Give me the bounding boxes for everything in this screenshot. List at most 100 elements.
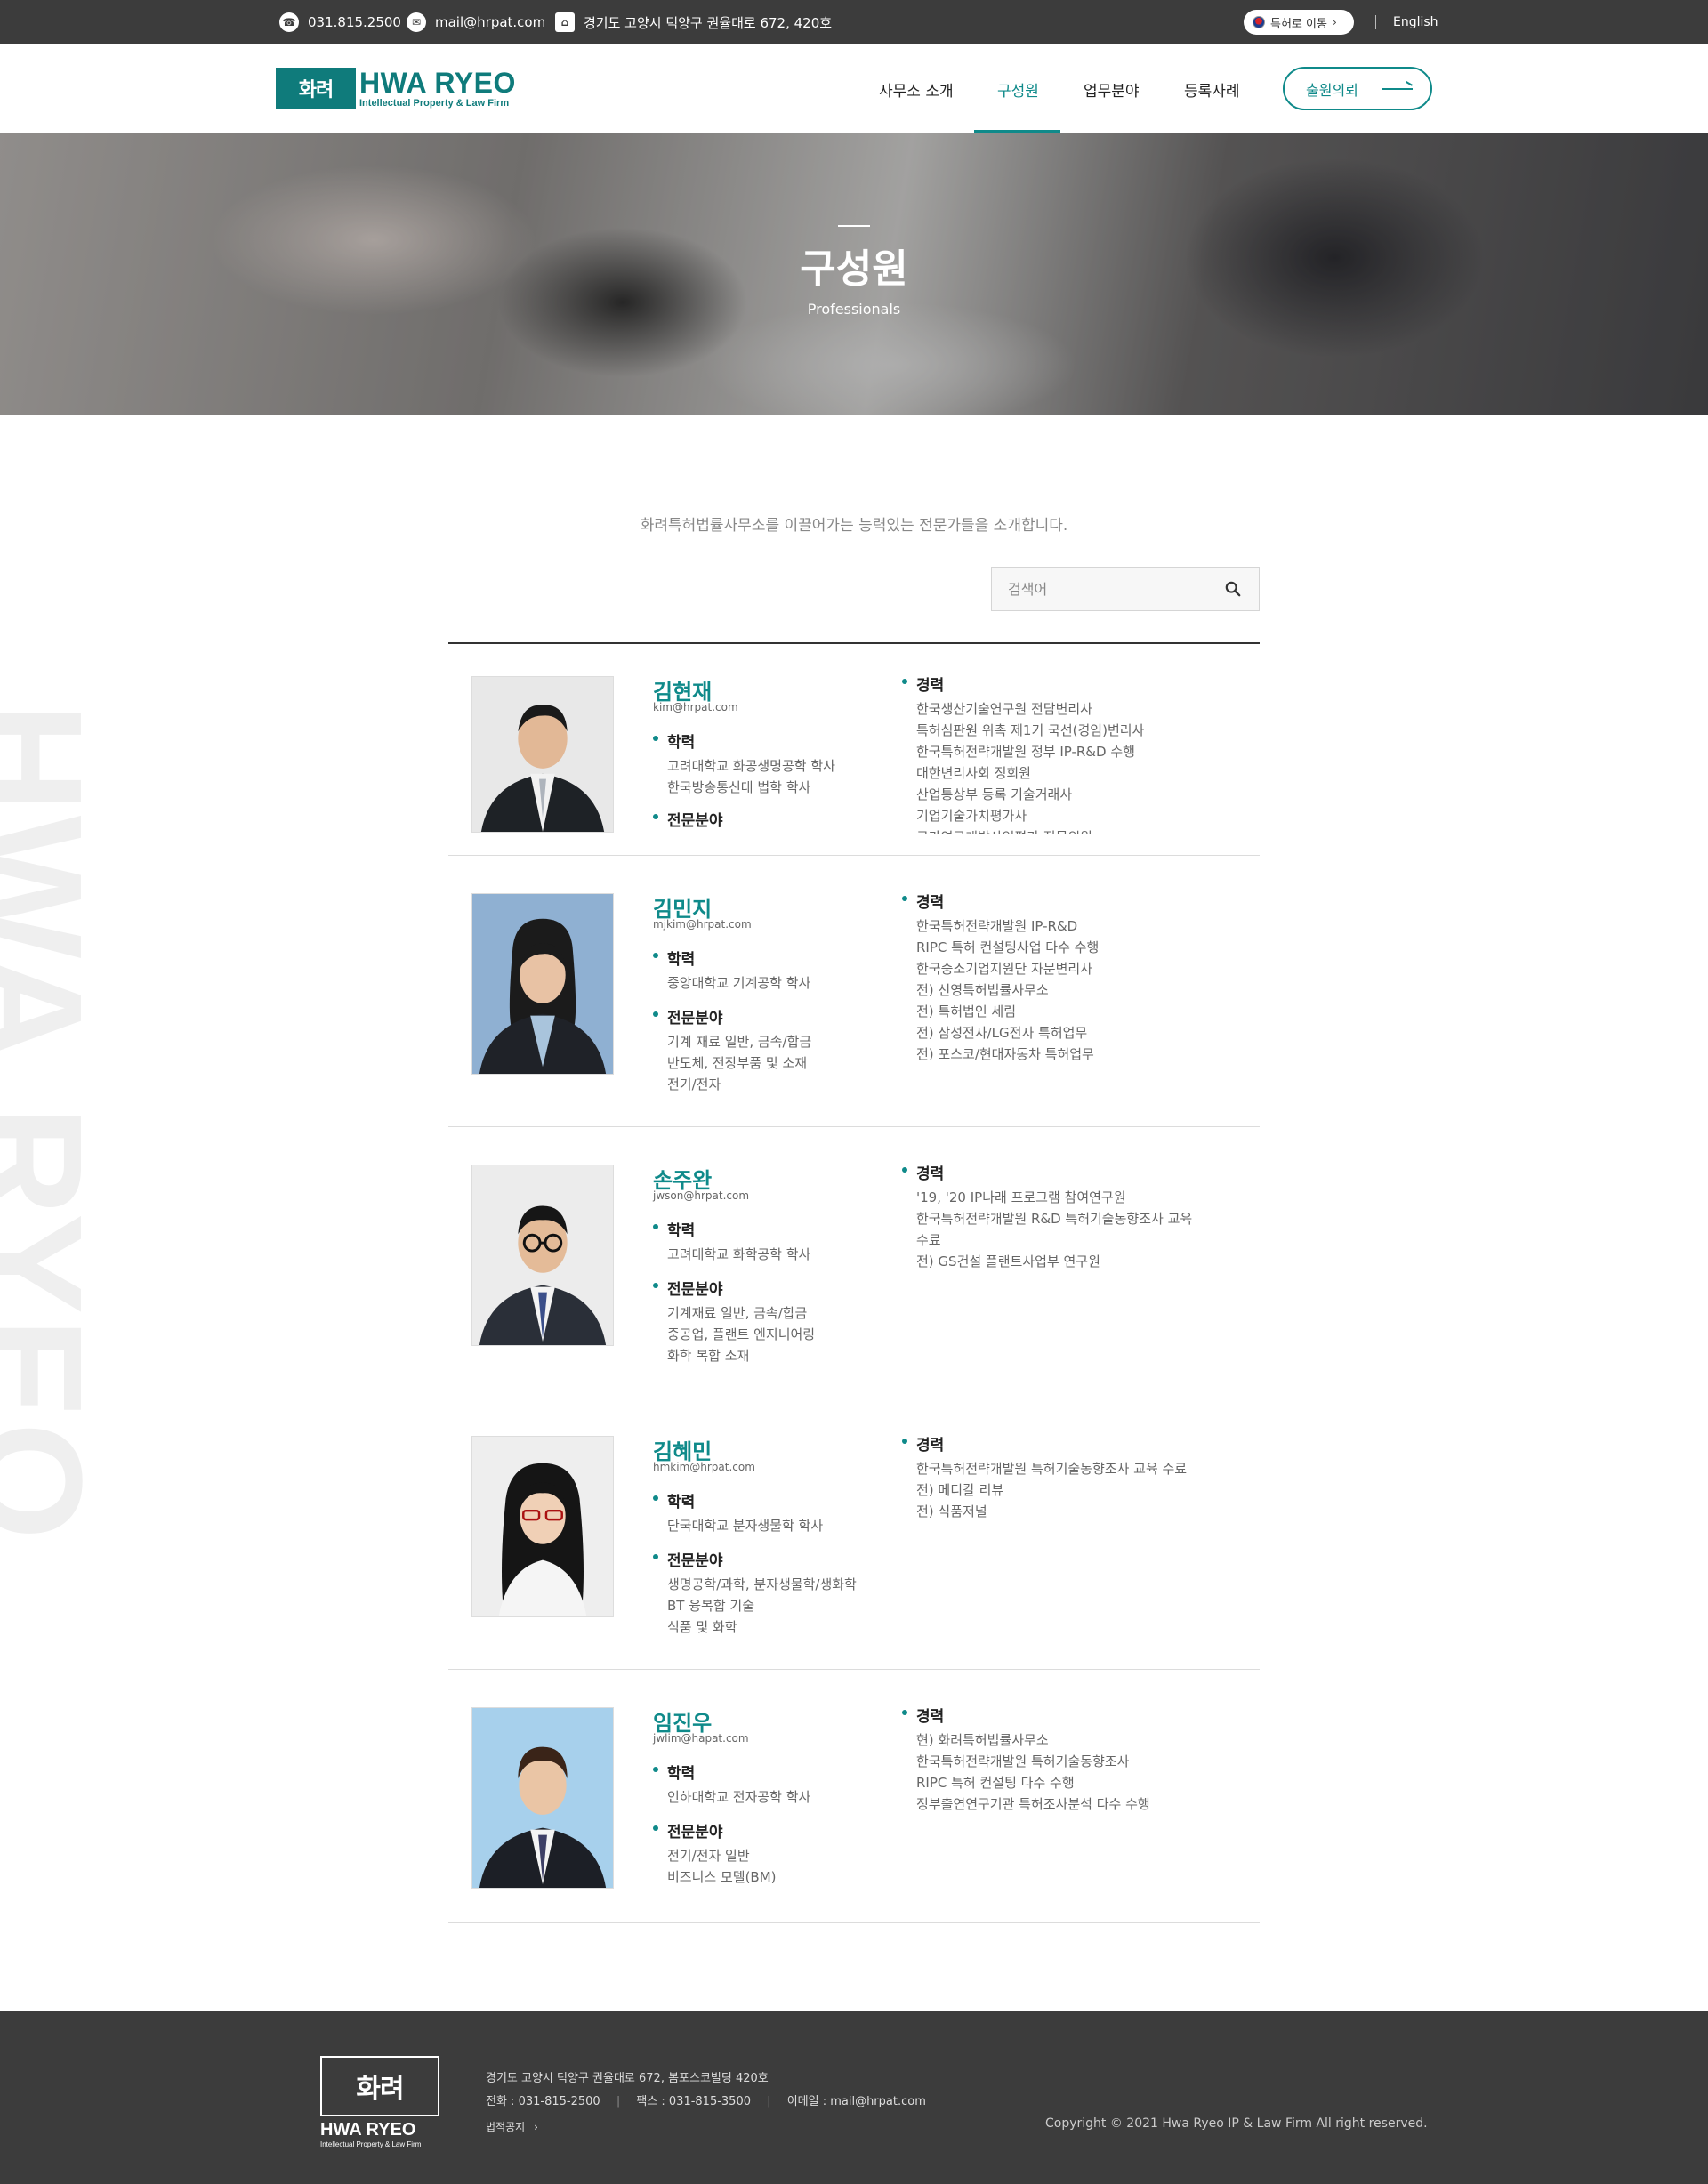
logo-subtitle: Intellectual Property & Law Firm [359,97,510,109]
list-item: 반도체, 전장부품 및 소재 [667,1055,808,1071]
specialty-section: 전문분야 전기/전자 일반 비즈니스 모델(BM) [653,1819,777,1888]
list-item: RIPC 특허 컨설팅 다수 수행 [916,1775,1075,1791]
list-item: 단국대학교 분자생물학 학사 [667,1518,824,1534]
address-text: 경기도 고양시 덕양구 권율대로 672, 420호 [584,14,833,31]
career-heading: 경력 [902,1161,1240,1183]
footer-phone: 전화 : 031-815-2500 [486,2095,600,2108]
consult-request-button[interactable]: 출원의뢰 [1283,67,1432,110]
search-input[interactable] [992,580,1205,598]
logo-title: HWA RYEO [359,66,516,99]
site-header: 화려 HWA RYEO Intellectual Property & Law … [0,44,1708,133]
nav-cases[interactable]: 등록사례 [1184,44,1240,133]
list-item: 한국특허전략개발원 특허기술동향조사 교육 수료 [916,1461,1188,1477]
list-item: 산업통상부 등록 기술거래사 [916,786,1073,802]
chevron-right-icon: › [1332,16,1337,28]
patent-link-button[interactable]: 특허로 이동 › [1244,10,1354,35]
member-email[interactable]: jwlim@hapat.com [653,1732,749,1745]
english-link[interactable]: English [1393,0,1438,44]
phone-icon: ☎ [279,12,299,32]
top-bar: ☎ 031.815.2500 ✉ mail@hrpat.com ⌂ 경기도 고양… [0,0,1708,44]
list-item: 전) 특허법인 세림 [916,1003,1016,1019]
member-card: 김혜민 hmkim@hrpat.com 학력 단국대학교 분자생물학 학사 전문… [448,1398,1260,1670]
divider: | [767,2095,771,2108]
member-email[interactable]: hmkim@hrpat.com [653,1461,755,1473]
specialty-heading: 전문분야 [653,1548,857,1570]
member-card: 임진우 jwlim@hapat.com 학력 인하대학교 전자공학 학사 전문분… [448,1670,1260,1923]
list-item: 한국특허전략개발원 R&D 특허기술동향조사 교육 [916,1211,1193,1227]
member-card: 김민지 mjkim@hrpat.com 학력 중앙대학교 기계공학 학사 전문분… [448,856,1260,1127]
nav-practice-areas[interactable]: 업무분야 [1084,44,1140,133]
list-item: 전) 메디칼 리뷰 [916,1482,1004,1498]
career-heading: 경력 [902,1432,1240,1455]
education-heading: 학력 [653,1489,823,1511]
site-logo[interactable]: 화려 HWA RYEO Intellectual Property & Law … [276,67,516,109]
member-card: 김현재 kim@hrpat.com 학력 고려대학교 화공생명공학 학사 한국방… [448,644,1260,856]
specialty-section: 전문분야 기계 재료 일반, 금속/합금 반도체, 전장부품 및 소재 전기/전… [653,1005,811,1095]
list-item: 수료 [916,1232,941,1248]
specialty-heading: 전문분야 [653,808,723,830]
list-item: 전기/전자 [667,1076,721,1092]
member-photo [471,1707,614,1889]
search-box [991,567,1260,611]
specialty-section: 전문분야 생명공학/과학, 분자생물학/생화학 BT 융복합 기술 식품 및 화… [653,1548,857,1638]
member-email[interactable]: jwson@hrpat.com [653,1189,749,1202]
page-title: 구성원 [800,246,908,292]
career-section: 경력 한국생산기술연구원 전담변리사 특허심판원 위촉 제1기 국선(경임)변리… [902,673,1222,834]
list-item: 전) 선영특허법률사무소 [916,982,1049,998]
logo-mark: 화려 [276,68,356,109]
member-card: 손주완 jwson@hrpat.com 학력 고려대학교 화학공학 학사 전문분… [448,1127,1260,1398]
address-contact: ⌂ 경기도 고양시 덕양구 권율대로 672, 420호 [555,0,832,44]
list-item: 기계 재료 일반, 금속/합금 [667,1034,812,1050]
footer-logo-title: HWA RYEO [320,2120,416,2140]
list-item: RIPC 특허 컨설팅사업 다수 수행 [916,939,1100,955]
specialty-heading: 전문분야 [653,1005,811,1028]
watermark: HWA RYEO [0,703,133,1681]
list-item: 식품 및 화학 [667,1619,737,1635]
career-section: 경력 한국특허전략개발원 특허기술동향조사 교육 수료 전) 메디칼 리뷰 전)… [902,1432,1240,1522]
list-item: 인하대학교 전자공학 학사 [667,1789,811,1805]
career-heading: 경력 [902,890,1240,912]
list-item: 전) GS건설 플랜트사업부 연구원 [916,1253,1100,1269]
member-photo [471,893,614,1075]
footer-logo[interactable]: 화려 HWA RYEO Intellectual Property & Law … [320,2056,439,2148]
list-item: 기업기술가치평가사 [916,808,1027,824]
specialty-heading: 전문분야 [653,1277,815,1299]
list-item: 기계재료 일반, 금속/합금 [667,1305,808,1321]
chevron-right-icon: › [534,2120,538,2133]
list-item: 생명공학/과학, 분자생물학/생화학 [667,1576,857,1592]
nav-about[interactable]: 사무소 소개 [879,44,954,133]
watermark-text: HWA RYEO [0,703,113,1544]
hero-banner: 구성원 Professionals [0,133,1708,415]
phone-contact[interactable]: ☎ 031.815.2500 [279,0,401,44]
list-item: '19, '20 IP나래 프로그램 참여연구원 [916,1189,1126,1205]
mail-icon: ✉ [407,12,426,32]
arrow-right-icon [1382,88,1413,90]
list-item: 전) 삼성전자/LG전자 특허업무 [916,1025,1088,1041]
list-item: 한국생산기술연구원 전담변리사 [916,701,1092,717]
list-item: 정부출연연구기관 특허조사분석 다수 수행 [916,1796,1150,1812]
list-item: 한국중소기업지원단 자문변리사 [916,961,1092,977]
list-item: 한국특허전략개발원 IP-R&D [916,918,1078,934]
education-heading: 학력 [653,729,835,752]
page-subtitle: Professionals [807,301,901,318]
legal-notice-label: 법적공지 [486,2121,526,2133]
career-section: 경력 현) 화려특허법률사무소 한국특허전략개발원 특허기술동향조사 RIPC … [902,1704,1240,1815]
member-email[interactable]: kim@hrpat.com [653,701,738,713]
search-icon[interactable] [1225,581,1241,597]
phone-number: 031.815.2500 [308,14,401,30]
copyright: Copyright © 2021 Hwa Ryeo IP & Law Firm … [1045,2116,1428,2131]
member-email[interactable]: mjkim@hrpat.com [653,918,752,931]
email-contact[interactable]: ✉ mail@hrpat.com [407,0,545,44]
nav-members[interactable]: 구성원 [997,44,1039,133]
map-icon: ⌂ [555,12,575,32]
member-photo [471,676,614,833]
list-item: 전) 식품저널 [916,1503,987,1519]
legal-notice-link[interactable]: 법적공지 › [486,2119,538,2134]
footer-email[interactable]: 이메일 : mail@hrpat.com [787,2095,926,2108]
email-address: mail@hrpat.com [435,14,546,30]
patent-link-label: 특허로 이동 [1270,17,1327,31]
list-item: BT 융복합 기술 [667,1598,754,1614]
footer-contact: 전화 : 031-815-2500 | 팩스 : 031-815-3500 | … [486,2091,926,2108]
consult-request-label: 출원의뢰 [1306,81,1358,99]
footer-logo-subtitle: Intellectual Property & Law Firm [320,2140,422,2148]
